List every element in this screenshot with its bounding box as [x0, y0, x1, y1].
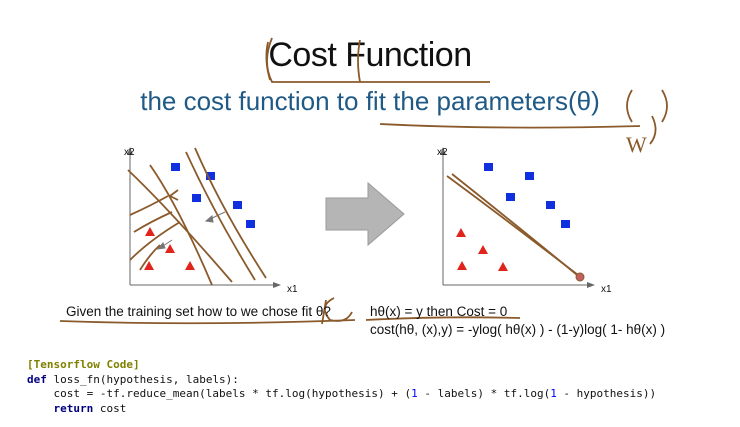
right-y-axis-label: x2: [437, 147, 448, 158]
left-triangles: [144, 227, 195, 270]
right-x-arrowhead: [587, 282, 595, 288]
left-plot: x2 x1: [124, 147, 298, 295]
square-point: [525, 172, 534, 180]
handwritten-w: W: [626, 132, 647, 157]
triangle-point: [498, 262, 508, 271]
cost-formula-text: cost(hθ, (x),y) = -ylog( hθ(x) ) - (1-y)…: [370, 322, 666, 337]
square-point: [561, 220, 570, 228]
title-pen-annotations: [265, 37, 668, 145]
square-point: [506, 193, 515, 201]
hypothesis-text: hθ(x) = y then Cost = 0: [370, 304, 508, 319]
left-y-axis-label: x2: [124, 147, 135, 158]
triangle-point: [165, 244, 175, 253]
triangle-point: [478, 245, 488, 254]
code-line-3: return cost: [27, 401, 127, 415]
code-block: [Tensorflow Code] def loss_fn(hypothesis,…: [27, 358, 656, 416]
pen-dot: [575, 272, 585, 282]
right-plot: x2 x1: [437, 147, 612, 295]
triangle-point: [185, 261, 195, 270]
triangle-point: [145, 227, 155, 236]
code-line-2: cost = -tf.reduce_mean(labels * tf.log(h…: [27, 387, 657, 400]
square-point: [484, 163, 493, 171]
left-x-arrowhead: [273, 282, 281, 288]
right-triangles: [456, 228, 508, 271]
right-x-axis-label: x1: [601, 284, 612, 295]
square-point: [171, 163, 180, 171]
code-header: [Tensorflow Code]: [27, 358, 140, 371]
triangle-point: [457, 261, 467, 270]
square-point: [546, 201, 555, 209]
left-squares: [171, 163, 255, 228]
left-x-axis-label: x1: [287, 284, 298, 295]
given-text: Given the training set how to we chose f…: [66, 304, 331, 319]
code-line-1: def loss_fn(hypothesis, labels):: [27, 372, 239, 386]
square-point: [192, 194, 201, 202]
right-squares: [484, 163, 570, 228]
square-point: [233, 201, 242, 209]
square-point: [246, 220, 255, 228]
triangle-point: [456, 228, 466, 237]
transition-arrow-icon: [325, 181, 405, 247]
